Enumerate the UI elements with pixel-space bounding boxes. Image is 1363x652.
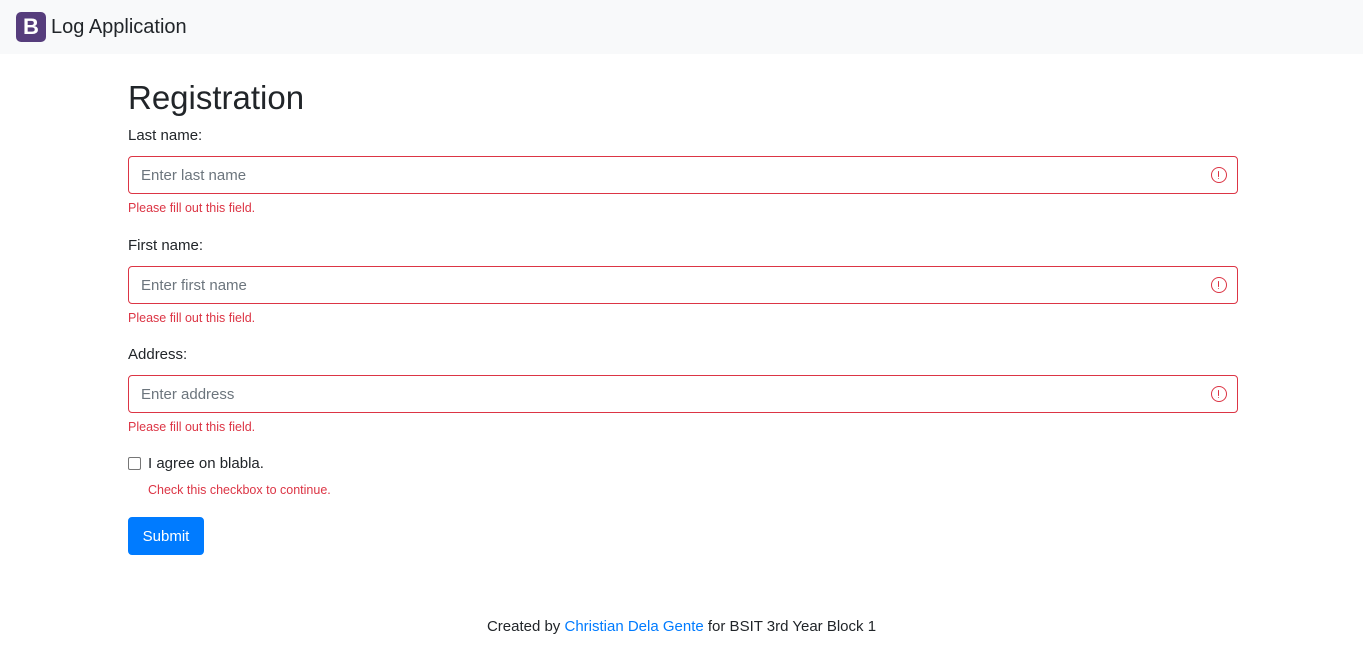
invalid-exclamation-icon — [1211, 386, 1227, 402]
navbar-brand[interactable]: Log Application — [51, 16, 187, 39]
agree-checkbox-feedback: Check this checkbox to continue. — [148, 483, 331, 497]
last-name-input[interactable] — [128, 156, 1238, 194]
footer-suffix: for BSIT 3rd Year Block 1 — [703, 618, 877, 635]
address-feedback: Please fill out this field. — [128, 420, 256, 434]
first-name-feedback: Please fill out this field. — [128, 311, 256, 325]
last-name-feedback: Please fill out this field. — [128, 201, 256, 215]
invalid-exclamation-icon — [1211, 167, 1227, 183]
footer-prefix: Created by — [486, 618, 565, 635]
address-input[interactable] — [128, 375, 1238, 413]
page-title: Registration — [128, 79, 305, 116]
first-name-input[interactable] — [128, 266, 1238, 304]
navbar: B Log Application — [0, 0, 1363, 54]
bootstrap-logo-icon[interactable]: B — [16, 12, 46, 42]
address-label: Address: — [128, 346, 188, 363]
agree-checkbox-label[interactable]: I agree on blabla. — [148, 455, 264, 472]
first-name-label: First name: — [128, 237, 204, 254]
submit-button[interactable]: Submit — [128, 517, 204, 555]
footer: Created by Christian Dela Gente for BSIT… — [0, 618, 1363, 635]
invalid-exclamation-icon — [1211, 277, 1227, 293]
author-link[interactable]: Christian Dela Gente — [564, 618, 703, 635]
last-name-label: Last name: — [128, 127, 203, 144]
agree-checkbox[interactable] — [128, 457, 141, 470]
